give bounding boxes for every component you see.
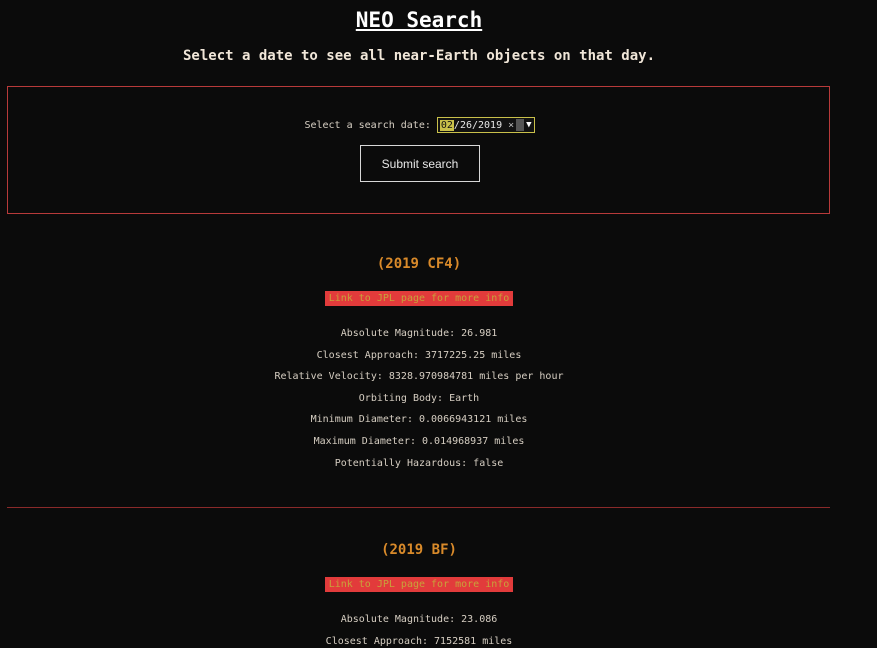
fact-closest-approach: Closest Approach: 3717225.25 miles <box>316 349 522 361</box>
chevron-down-icon[interactable]: ▼ <box>526 120 531 130</box>
jpl-link[interactable]: Link to JPL page for more info <box>324 577 514 592</box>
fact-orbiting-body: Orbiting Body: Earth <box>358 392 480 404</box>
submit-search-button[interactable]: Submit search <box>360 145 480 182</box>
jpl-link[interactable]: Link to JPL page for more info <box>324 291 514 306</box>
page: NEO Search Select a date to see all near… <box>0 0 877 648</box>
fact-absolute-magnitude: Absolute Magnitude: 23.086 <box>340 614 498 625</box>
spinner-icon[interactable] <box>516 119 525 131</box>
neo-name: (2019 CF4) <box>376 256 462 272</box>
fact-absolute-magnitude: Absolute Magnitude: 26.981 <box>340 328 498 339</box>
neo-name: (2019 BF) <box>381 542 457 558</box>
date-value: /26/2019 <box>453 119 503 131</box>
fact-minimum-diameter: Minimum Diameter: 0.0066943121 miles <box>310 414 528 426</box>
neo-facts: Absolute Magnitude: 23.086 Closest Appro… <box>0 609 838 648</box>
neo-facts: Absolute Magnitude: 26.981 Closest Appro… <box>0 323 838 474</box>
date-input[interactable]: 02 /26/2019 × ▼ <box>436 117 535 133</box>
fact-potentially-hazardous: Potentially Hazardous: false <box>334 457 504 469</box>
fact-relative-velocity: Relative Velocity: 8328.970984781 miles … <box>274 371 564 383</box>
neo-entry: (2019 BF) Link to JPL page for more info… <box>0 542 838 648</box>
fact-maximum-diameter: Maximum Diameter: 0.014968937 miles <box>313 435 525 447</box>
date-label: Select a search date: <box>304 119 431 131</box>
neo-entry: (2019 CF4) Link to JPL page for more inf… <box>0 256 838 474</box>
page-subtitle: Select a date to see all near-Earth obje… <box>182 48 655 64</box>
divider <box>7 507 830 508</box>
page-title: NEO Search <box>355 8 483 32</box>
search-form: Select a search date: 02 /26/2019 × ▼ Su… <box>7 86 830 214</box>
clear-icon[interactable]: × <box>508 120 514 131</box>
date-row: Select a search date: 02 /26/2019 × ▼ <box>8 117 831 133</box>
date-month-segment[interactable]: 02 <box>439 119 454 131</box>
fact-closest-approach: Closest Approach: 7152581 miles <box>325 635 513 647</box>
